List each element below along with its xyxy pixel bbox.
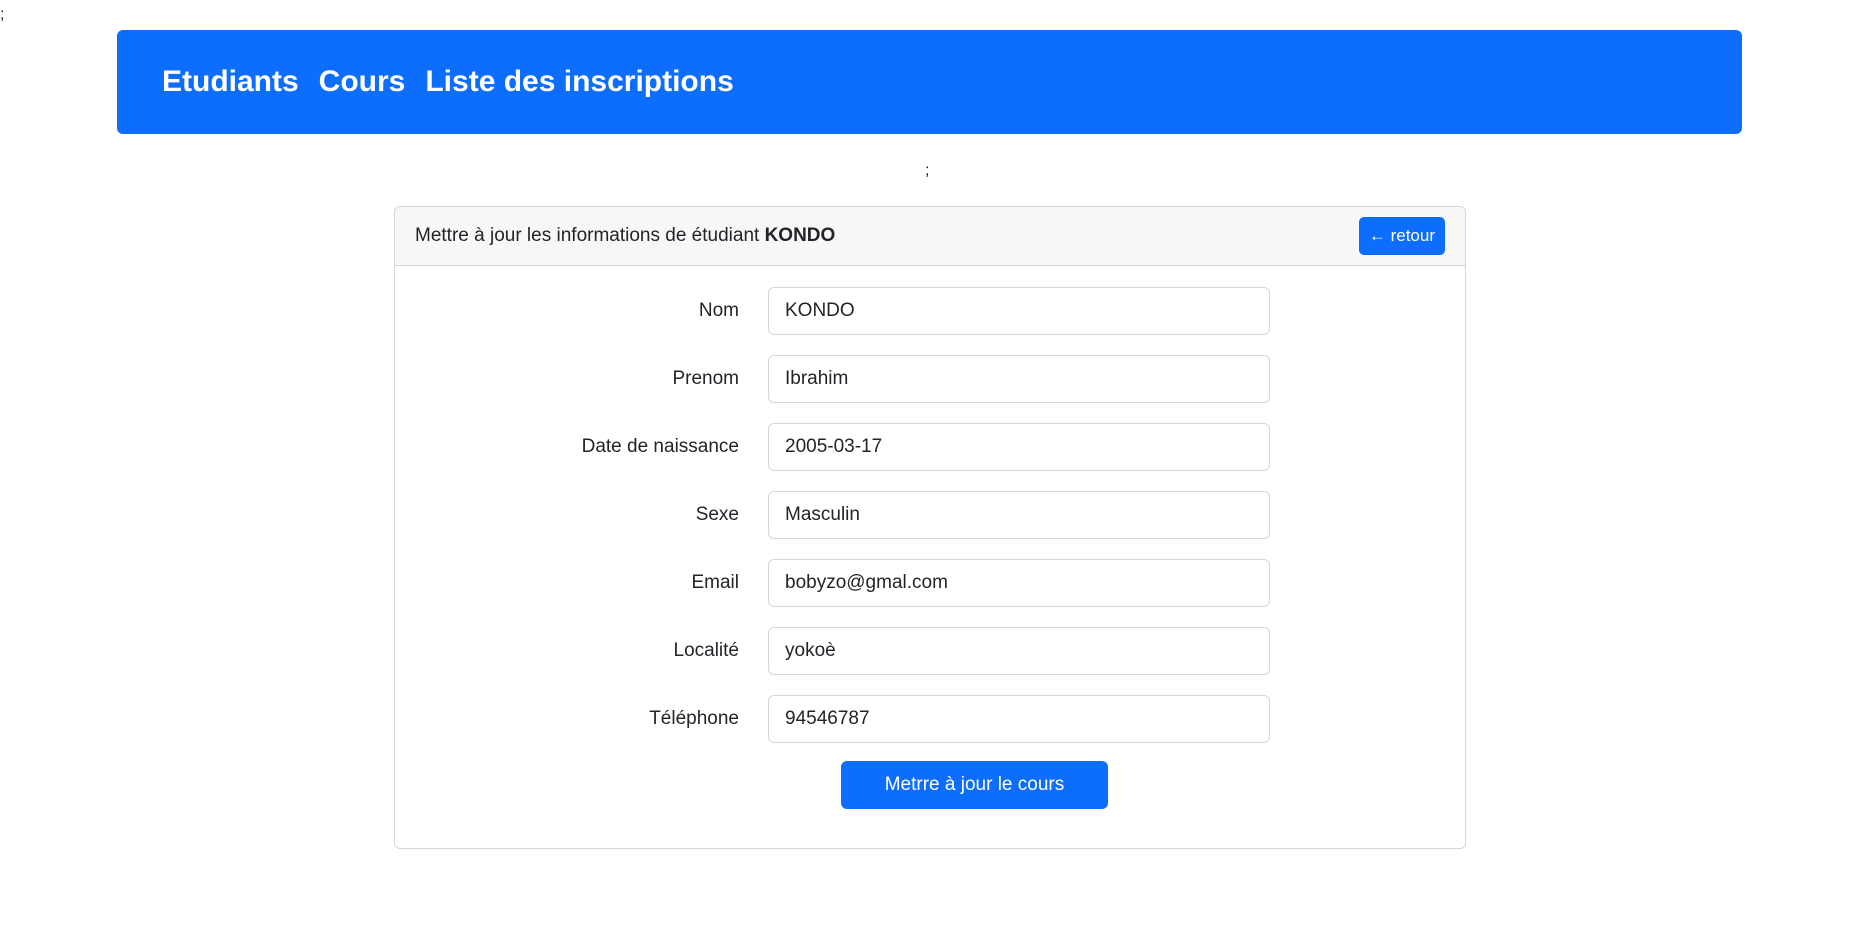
update-student-card: Mettre à jour les informations de étudia… xyxy=(394,206,1466,849)
form-row-email: Email xyxy=(395,559,1465,607)
email-label: Email xyxy=(691,572,739,593)
prenom-input[interactable] xyxy=(768,355,1270,403)
nav-link-cours[interactable]: Cours xyxy=(319,65,406,99)
stray-semicolon-center: ; xyxy=(925,162,930,179)
telephone-label: Téléphone xyxy=(649,708,739,729)
back-button[interactable]: ← retour xyxy=(1358,217,1445,255)
card-title-prefix: Mettre à jour les informations de étudia… xyxy=(415,225,765,246)
date-naissance-input[interactable] xyxy=(768,423,1270,471)
stray-semicolon-top: ; xyxy=(0,6,5,23)
nom-label: Nom xyxy=(698,300,739,321)
localite-label: Localité xyxy=(673,640,740,661)
nom-input[interactable] xyxy=(768,287,1270,335)
card-header: Mettre à jour les informations de étudia… xyxy=(395,207,1465,266)
form-row-prenom: Prenom xyxy=(395,355,1465,403)
telephone-input[interactable] xyxy=(768,695,1270,743)
prenom-label: Prenom xyxy=(672,368,739,389)
form-row-sexe: Sexe xyxy=(395,491,1465,539)
card-title: Mettre à jour les informations de étudia… xyxy=(415,225,835,247)
form-row-telephone: Téléphone xyxy=(395,695,1465,743)
form-row-date-naissance: Date de naissance xyxy=(395,423,1465,471)
form-row-localite: Localité xyxy=(395,627,1465,675)
form-row-nom: Nom xyxy=(395,287,1465,335)
email-input[interactable] xyxy=(768,559,1270,607)
nav-link-inscriptions[interactable]: Liste des inscriptions xyxy=(425,65,733,99)
date-naissance-label: Date de naissance xyxy=(581,436,739,457)
top-navbar: Etudiants Cours Liste des inscriptions xyxy=(117,30,1742,134)
sexe-input[interactable] xyxy=(768,491,1270,539)
sexe-label: Sexe xyxy=(695,504,739,525)
submit-update-button[interactable]: Metrre à jour le cours xyxy=(841,761,1108,809)
nav-link-etudiants[interactable]: Etudiants xyxy=(162,65,299,99)
card-title-student-name: KONDO xyxy=(764,225,836,246)
localite-input[interactable] xyxy=(768,627,1270,675)
